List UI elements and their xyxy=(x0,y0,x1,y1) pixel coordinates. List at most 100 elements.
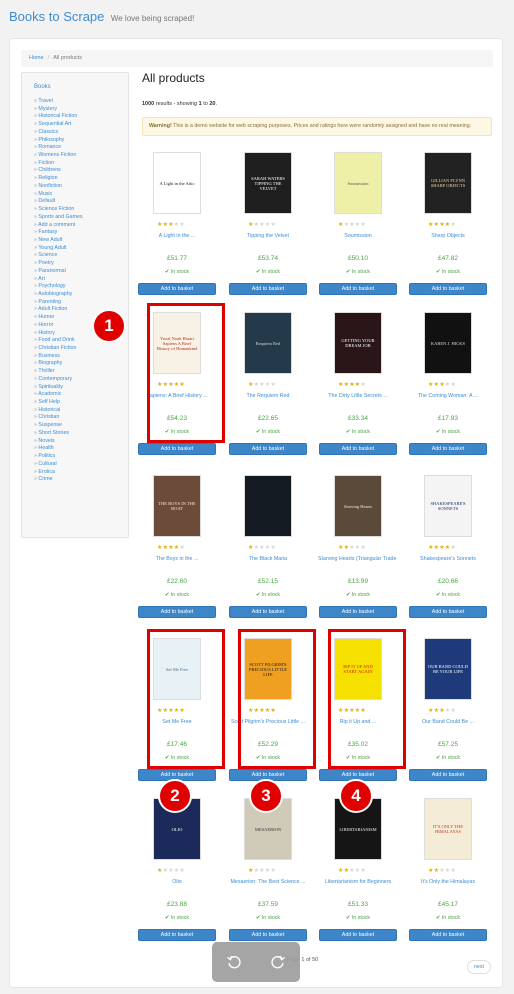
product-title-link[interactable]: The Dirty Little Secrets ... xyxy=(318,393,398,399)
sidebar-category-item[interactable]: Philosophy xyxy=(34,137,83,145)
sidebar-category-item[interactable]: Christian xyxy=(34,414,83,422)
rotate-right-icon[interactable] xyxy=(270,954,286,970)
sidebar-category-item[interactable]: Self Help xyxy=(34,399,83,407)
book-cover-image[interactable]: A Light in the Attic xyxy=(153,152,201,214)
product-title-link[interactable]: The Boys in the ... xyxy=(137,556,217,562)
add-to-basket-button[interactable]: Add to basket xyxy=(229,606,307,618)
product-title-link[interactable]: Starving Hearts (Triangular Trade ... xyxy=(318,556,398,562)
add-to-basket-button[interactable]: Add to basket xyxy=(138,606,216,618)
sidebar-category-item[interactable]: Add a comment xyxy=(34,222,83,230)
sidebar-category-item[interactable]: Young Adult xyxy=(34,245,83,253)
add-to-basket-button[interactable]: Add to basket xyxy=(319,283,397,295)
add-to-basket-button[interactable]: Add to basket xyxy=(229,283,307,295)
sidebar-category-item[interactable]: Academic xyxy=(34,391,83,399)
sidebar-category-item[interactable]: Nonfiction xyxy=(34,183,83,191)
book-cover-image[interactable]: IT'S ONLY THE HIMALAYAS xyxy=(424,798,472,860)
product-title-link[interactable]: Mesaerion: The Best Science ... xyxy=(228,879,308,885)
sidebar-category-item[interactable]: Classics xyxy=(34,129,83,137)
sidebar-category-item[interactable]: Biography xyxy=(34,360,83,368)
sidebar-category-item[interactable]: Business xyxy=(34,353,83,361)
product-title-link[interactable]: Olio xyxy=(137,879,217,885)
sidebar-category-item[interactable]: Crime xyxy=(34,476,83,484)
book-cover-image[interactable]: Starving Hearts xyxy=(334,475,382,537)
add-to-basket-button[interactable]: Add to basket xyxy=(409,606,487,618)
book-cover-image[interactable] xyxy=(244,475,292,537)
add-to-basket-button[interactable]: Add to basket xyxy=(138,443,216,455)
sidebar-category-item[interactable]: Historical xyxy=(34,407,83,415)
add-to-basket-button[interactable]: Add to basket xyxy=(409,283,487,295)
product-title-link[interactable]: The Requiem Red xyxy=(228,393,308,399)
add-to-basket-button[interactable]: Add to basket xyxy=(138,929,216,941)
sidebar-category-item[interactable]: Short Stories xyxy=(34,430,83,438)
book-cover-image[interactable]: THE BOYS IN THE BOAT xyxy=(153,475,201,537)
sidebar-category-item[interactable]: Humor xyxy=(34,314,83,322)
sidebar-category-item[interactable]: Horror xyxy=(34,322,83,330)
product-title-link[interactable]: It's Only the Himalayas xyxy=(408,879,488,885)
book-cover-image[interactable]: SARAH WATERS TIPPING THE VELVET xyxy=(244,152,292,214)
book-cover-image[interactable]: GETTING YOUR DREAM JOB xyxy=(334,312,382,374)
product-title-link[interactable]: Our Band Could Be ... xyxy=(408,719,488,725)
book-cover-image[interactable]: Soumission xyxy=(334,152,382,214)
add-to-basket-button[interactable]: Add to basket xyxy=(409,929,487,941)
breadcrumb-home-link[interactable]: Home xyxy=(29,55,44,61)
sidebar-category-item[interactable]: Historical Fiction xyxy=(34,113,83,121)
sidebar-category-item[interactable]: Erotica xyxy=(34,469,83,477)
sidebar-category-item[interactable]: Childrens xyxy=(34,167,83,175)
book-cover-image[interactable]: SHAKESPEARE'S SONNETS xyxy=(424,475,472,537)
sidebar-category-item[interactable]: Thriller xyxy=(34,368,83,376)
product-title-link[interactable]: Sharp Objects xyxy=(408,233,488,239)
book-cover-image[interactable]: KAREN J. HICKS xyxy=(424,312,472,374)
sidebar-category-item[interactable]: Contemporary xyxy=(34,376,83,384)
sidebar-category-item[interactable]: Parenting xyxy=(34,299,83,307)
sidebar-category-item[interactable]: Christian Fiction xyxy=(34,345,83,353)
sidebar-category-item[interactable]: New Adult xyxy=(34,237,83,245)
sidebar-category-item[interactable]: Autobiography xyxy=(34,291,83,299)
sidebar-category-item[interactable]: Fantasy xyxy=(34,229,83,237)
add-to-basket-button[interactable]: Add to basket xyxy=(409,769,487,781)
book-cover-image[interactable]: GILLIAN FLYNN SHARP OBJECTS xyxy=(424,152,472,214)
sidebar-category-item[interactable]: Paranormal xyxy=(34,268,83,276)
product-title-link[interactable]: The Black Maria xyxy=(228,556,308,562)
sidebar-category-item[interactable]: Fiction xyxy=(34,160,83,168)
sidebar-category-item[interactable]: History xyxy=(34,330,83,338)
sidebar-category-item[interactable]: Romance xyxy=(34,144,83,152)
site-brand-link[interactable]: Books to Scrape xyxy=(9,9,104,24)
product-title-link[interactable]: Libertarianism for Beginners xyxy=(318,879,398,885)
sidebar-category-item[interactable]: Art xyxy=(34,276,83,284)
sidebar-category-item[interactable]: Psychology xyxy=(34,283,83,291)
product-title-link[interactable]: Soumission xyxy=(318,233,398,239)
product-title-link[interactable]: The Coming Woman: A ... xyxy=(408,393,488,399)
sidebar-category-item[interactable]: Adult Fiction xyxy=(34,306,83,314)
add-to-basket-button[interactable]: Add to basket xyxy=(319,443,397,455)
sidebar-category-item[interactable]: Cultural xyxy=(34,461,83,469)
add-to-basket-button[interactable]: Add to basket xyxy=(229,443,307,455)
book-cover-image[interactable]: OUR BAND COULD BE YOUR LIFE xyxy=(424,638,472,700)
sidebar-category-item[interactable]: Sports and Games xyxy=(34,214,82,222)
product-title-link[interactable]: Tipping the Velvet xyxy=(228,233,308,239)
add-to-basket-button[interactable]: Add to basket xyxy=(229,929,307,941)
sidebar-category-item[interactable]: Religion xyxy=(34,175,83,183)
sidebar-category-item[interactable]: Spirituality xyxy=(34,384,83,392)
add-to-basket-button[interactable]: Add to basket xyxy=(138,283,216,295)
sidebar-category-item[interactable]: Default xyxy=(34,198,83,206)
product-title-link[interactable]: Shakespeare's Sonnets xyxy=(408,556,488,562)
rotate-left-icon[interactable] xyxy=(226,954,242,970)
add-to-basket-button[interactable]: Add to basket xyxy=(319,929,397,941)
sidebar-category-item[interactable]: Mystery xyxy=(34,106,83,114)
sidebar-category-item[interactable]: Poetry xyxy=(34,260,83,268)
sidebar-category-item[interactable]: Sequential Art xyxy=(34,121,83,129)
add-to-basket-button[interactable]: Add to basket xyxy=(409,443,487,455)
sidebar-category-item[interactable]: Suspense xyxy=(34,422,83,430)
sidebar-heading-books[interactable]: Books xyxy=(34,84,51,90)
sidebar-category-item[interactable]: Novels xyxy=(34,438,83,446)
pager-next-button[interactable]: next xyxy=(467,960,491,974)
sidebar-category-item[interactable]: Travel xyxy=(34,98,83,106)
sidebar-category-item[interactable]: Food and Drink xyxy=(34,337,83,345)
sidebar-category-item[interactable]: Womens Fiction xyxy=(34,152,83,160)
product-title-link[interactable]: A Light in the ... xyxy=(137,233,217,239)
sidebar-category-item[interactable]: Music xyxy=(34,191,83,199)
add-to-basket-button[interactable]: Add to basket xyxy=(319,606,397,618)
sidebar-category-item[interactable]: Health xyxy=(34,445,83,453)
book-cover-image[interactable]: Requiem Red xyxy=(244,312,292,374)
sidebar-category-item[interactable]: Science xyxy=(34,252,83,260)
